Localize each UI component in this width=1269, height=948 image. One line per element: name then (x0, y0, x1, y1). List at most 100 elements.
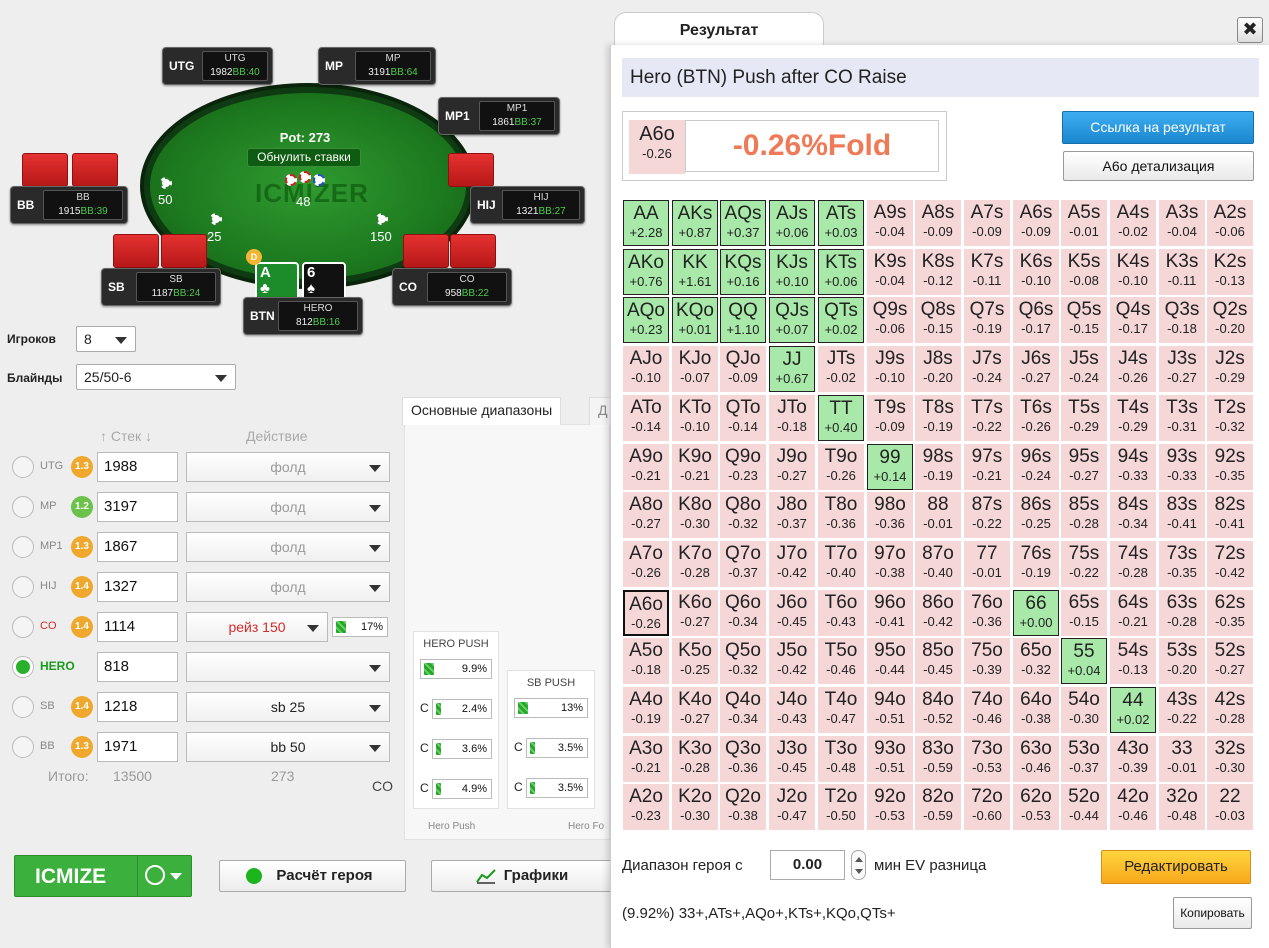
hand-cell-A7s[interactable]: A7s -0.09 (964, 200, 1010, 246)
hand-cell-A4s[interactable]: A4s -0.02 (1110, 200, 1156, 246)
hand-cell-T6s[interactable]: T6s -0.26 (1013, 395, 1059, 441)
hand-cell-96o[interactable]: 96o -0.41 (867, 590, 913, 636)
hand-cell-93o[interactable]: 93o -0.51 (867, 736, 913, 782)
hand-cell-83o[interactable]: 83o -0.59 (915, 736, 961, 782)
chevron-down-icon[interactable] (855, 869, 863, 874)
radio-mp1[interactable] (12, 536, 34, 558)
hand-cell-42s[interactable]: 42s -0.28 (1207, 687, 1253, 733)
hand-cell-A2o[interactable]: A2o -0.23 (623, 784, 669, 830)
result-link-button[interactable]: Ссылка на результат (1062, 111, 1254, 144)
hand-cell-AJo[interactable]: AJo -0.10 (623, 346, 669, 392)
hero-push-call-2[interactable]: 3.6% (432, 739, 492, 759)
hand-cell-K7s[interactable]: K7s -0.11 (964, 249, 1010, 295)
hand-cell-T9o[interactable]: T9o -0.26 (818, 444, 864, 490)
tab-second[interactable]: Д (589, 397, 611, 425)
chevron-down-icon[interactable] (170, 873, 182, 880)
stack-input[interactable]: 1327 (97, 572, 178, 602)
hand-cell-KQo[interactable]: KQo +0.01 (672, 297, 718, 343)
hand-cell-Q8s[interactable]: Q8s -0.15 (915, 297, 961, 343)
hand-cell-T3s[interactable]: T3s -0.31 (1159, 395, 1205, 441)
radio-hero[interactable] (12, 656, 34, 678)
radio-hij[interactable] (12, 576, 34, 598)
hand-cell-Q8o[interactable]: Q8o -0.32 (720, 492, 766, 538)
hand-cell-A8o[interactable]: A8o -0.27 (623, 492, 669, 538)
action-select[interactable]: фолд (186, 492, 390, 522)
hand-cell-99[interactable]: 99 +0.14 (867, 444, 913, 490)
hand-cell-88[interactable]: 88 -0.01 (915, 492, 961, 538)
radio-co[interactable] (12, 616, 34, 638)
hand-cell-84s[interactable]: 84s -0.34 (1110, 492, 1156, 538)
hand-cell-Q3s[interactable]: Q3s -0.18 (1159, 297, 1205, 343)
hand-cell-84o[interactable]: 84o -0.52 (915, 687, 961, 733)
hand-cell-K3s[interactable]: K3s -0.11 (1159, 249, 1205, 295)
hand-cell-32s[interactable]: 32s -0.30 (1207, 736, 1253, 782)
hand-cell-86o[interactable]: 86o -0.42 (915, 590, 961, 636)
hand-cell-94s[interactable]: 94s -0.33 (1110, 444, 1156, 490)
hand-cell-T3o[interactable]: T3o -0.48 (818, 736, 864, 782)
stack-input[interactable]: 1218 (97, 692, 178, 722)
hand-cell-AQo[interactable]: AQo +0.23 (623, 297, 669, 343)
hand-cell-85o[interactable]: 85o -0.45 (915, 638, 961, 684)
hand-cell-Q2s[interactable]: Q2s -0.20 (1207, 297, 1253, 343)
stack-input[interactable]: 3197 (97, 492, 178, 522)
stack-input[interactable]: 1971 (97, 732, 178, 762)
hand-cell-72o[interactable]: 72o -0.60 (964, 784, 1010, 830)
hand-cell-62o[interactable]: 62o -0.53 (1013, 784, 1059, 830)
hand-cell-A8s[interactable]: A8s -0.09 (915, 200, 961, 246)
hand-cell-J4s[interactable]: J4s -0.26 (1110, 346, 1156, 392)
hand-cell-87s[interactable]: 87s -0.22 (964, 492, 1010, 538)
hand-cell-K4o[interactable]: K4o -0.27 (672, 687, 718, 733)
hand-cell-T5o[interactable]: T5o -0.46 (818, 638, 864, 684)
tab-main-ranges[interactable]: Основные диапазоны (402, 397, 562, 425)
hand-cell-KK[interactable]: KK +1.61 (672, 249, 718, 295)
hand-cell-A6s[interactable]: A6s -0.09 (1013, 200, 1059, 246)
hand-cell-95s[interactable]: 95s -0.27 (1061, 444, 1107, 490)
hand-cell-J7s[interactable]: J7s -0.24 (964, 346, 1010, 392)
action-select[interactable]: рейз 150 (186, 612, 328, 642)
hand-cell-K5s[interactable]: K5s -0.08 (1061, 249, 1107, 295)
hand-cell-J9s[interactable]: J9s -0.10 (867, 346, 913, 392)
copy-button[interactable]: Копировать (1173, 897, 1252, 929)
ev-stepper[interactable] (851, 850, 866, 880)
hand-cell-65s[interactable]: 65s -0.15 (1061, 590, 1107, 636)
hand-cell-52s[interactable]: 52s -0.27 (1207, 638, 1253, 684)
stack-input[interactable]: 1114 (97, 612, 178, 642)
hand-cell-K4s[interactable]: K4s -0.10 (1110, 249, 1156, 295)
hand-cell-K2s[interactable]: K2s -0.13 (1207, 249, 1253, 295)
hand-cell-JTs[interactable]: JTs -0.02 (818, 346, 864, 392)
hand-cell-97s[interactable]: 97s -0.21 (964, 444, 1010, 490)
hand-cell-A3s[interactable]: A3s -0.04 (1159, 200, 1205, 246)
hand-cell-J4o[interactable]: J4o -0.43 (769, 687, 815, 733)
hand-cell-A9o[interactable]: A9o -0.21 (623, 444, 669, 490)
hand-cell-92o[interactable]: 92o -0.53 (867, 784, 913, 830)
action-select[interactable]: фолд (186, 452, 390, 482)
hand-cell-22[interactable]: 22 -0.03 (1207, 784, 1253, 830)
hand-cell-K6s[interactable]: K6s -0.10 (1013, 249, 1059, 295)
hand-cell-95o[interactable]: 95o -0.44 (867, 638, 913, 684)
hand-cell-52o[interactable]: 52o -0.44 (1061, 784, 1107, 830)
hand-cell-T4o[interactable]: T4o -0.47 (818, 687, 864, 733)
hand-cell-73o[interactable]: 73o -0.53 (964, 736, 1010, 782)
hand-cell-53o[interactable]: 53o -0.37 (1061, 736, 1107, 782)
hand-cell-QTs[interactable]: QTs +0.02 (818, 297, 864, 343)
hand-cell-72s[interactable]: 72s -0.42 (1207, 541, 1253, 587)
hand-cell-K5o[interactable]: K5o -0.25 (672, 638, 718, 684)
hand-cell-86s[interactable]: 86s -0.25 (1013, 492, 1059, 538)
hand-cell-A4o[interactable]: A4o -0.19 (623, 687, 669, 733)
hand-cell-44[interactable]: 44 +0.02 (1110, 687, 1156, 733)
stack-input[interactable]: 1988 (97, 452, 178, 482)
hand-cell-J2o[interactable]: J2o -0.47 (769, 784, 815, 830)
hand-cell-63s[interactable]: 63s -0.28 (1159, 590, 1205, 636)
stack-input[interactable]: 818 (97, 652, 178, 682)
hero-push-main[interactable]: 9.9% (420, 659, 492, 679)
hand-cell-76s[interactable]: 76s -0.19 (1013, 541, 1059, 587)
hand-cell-96s[interactable]: 96s -0.24 (1013, 444, 1059, 490)
seat-bb[interactable]: BB BB 1915BB:39 (10, 186, 128, 224)
hand-cell-J5s[interactable]: J5s -0.24 (1061, 346, 1107, 392)
action-select[interactable]: фолд (186, 572, 390, 602)
hero-calc-button[interactable]: Расчёт героя (219, 860, 406, 892)
radio-mp[interactable] (12, 496, 34, 518)
hand-cell-32o[interactable]: 32o -0.48 (1159, 784, 1205, 830)
hand-cell-62s[interactable]: 62s -0.35 (1207, 590, 1253, 636)
hand-cell-TT[interactable]: TT +0.40 (818, 395, 864, 441)
